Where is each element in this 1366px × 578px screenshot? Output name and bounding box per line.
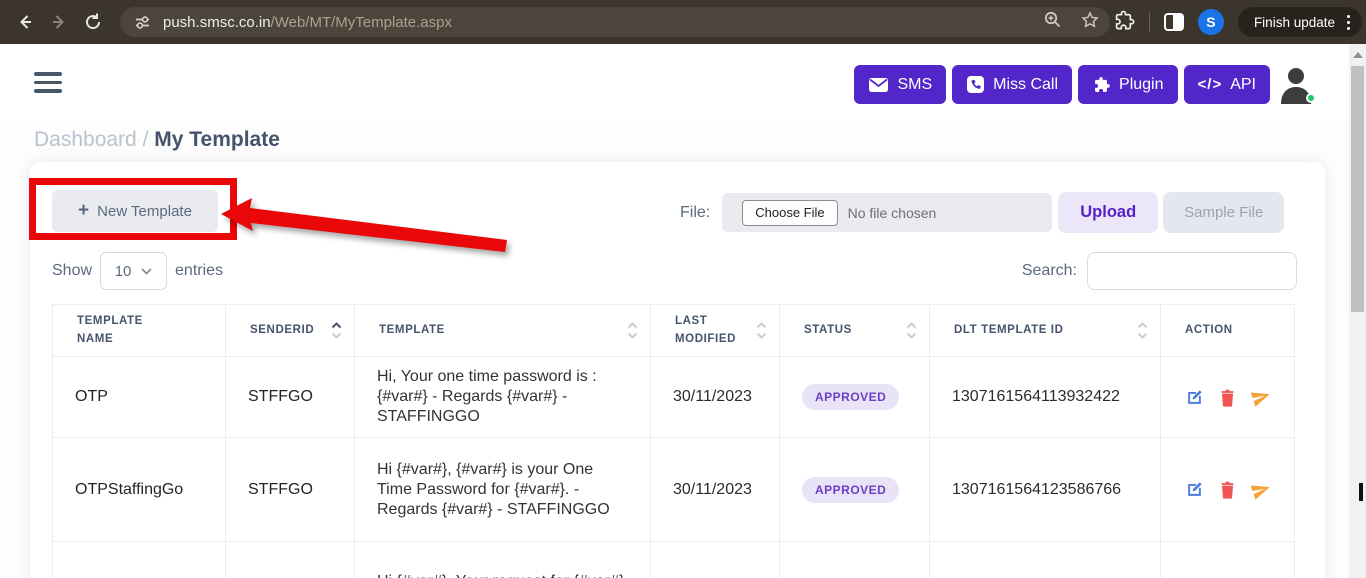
puzzle-icon — [1092, 75, 1111, 94]
file-chosen-text: No file chosen — [847, 204, 937, 221]
status-badge: APPROVED — [802, 384, 900, 410]
zoom-icon[interactable] — [1043, 10, 1062, 34]
column-header[interactable]: TEMPLATE NAME — [52, 304, 226, 357]
file-input[interactable]: Choose File No file chosen — [722, 193, 1053, 232]
status-cell: APPROVED — [779, 437, 930, 542]
column-header[interactable]: TEMPLATE — [354, 304, 651, 357]
template-name-cell: OTPStaffingGo — [52, 437, 226, 542]
plugin-button[interactable]: Plugin — [1078, 65, 1178, 104]
dlt-id-cell: 1307161564113932422 — [929, 356, 1161, 438]
scrollbar-thumb[interactable] — [1351, 66, 1364, 312]
template-name-cell: OTP — [52, 356, 226, 438]
last-modified-cell: 30/11/2023 — [650, 541, 780, 578]
sort-icons[interactable] — [906, 322, 917, 339]
url-bar[interactable]: push.smsc.co.in/Web/MT/MyTemplate.aspx — [120, 7, 1110, 37]
sort-icons[interactable] — [756, 322, 767, 339]
sample-file-button[interactable]: Sample File — [1163, 192, 1285, 233]
edit-icon[interactable] — [1185, 388, 1204, 407]
last-modified-cell: 30/11/2023 — [650, 437, 780, 542]
search-label: Search: — [1021, 262, 1077, 279]
page: push.smsc.co.in/Web/MT/MyTemplate.aspx S… — [0, 0, 1366, 578]
template-text-cell: Hi, Your one time password is : {#var#} … — [354, 356, 651, 438]
site-settings-icon[interactable] — [134, 14, 151, 31]
sms-button[interactable]: SMS — [854, 65, 947, 104]
extensions-icon[interactable] — [1113, 9, 1135, 36]
chrome-menu-icon[interactable] — [1345, 13, 1352, 32]
table-row: OTP STFFGO Hi, Your one time password is… — [52, 356, 1295, 438]
browser-profile-avatar[interactable]: S — [1197, 9, 1224, 35]
sort-icons[interactable] — [331, 322, 342, 339]
forward-icon[interactable] — [42, 5, 76, 39]
side-panel-icon[interactable] — [1163, 13, 1184, 31]
online-status-dot — [1306, 93, 1316, 103]
sort-icons[interactable] — [627, 322, 638, 339]
page-title: My Template — [154, 128, 280, 151]
delete-icon[interactable] — [1219, 388, 1236, 407]
template-text-cell: Hi {#var#}, {#var#} is your One Time Pas… — [354, 437, 651, 542]
status-badge: APPROVED — [802, 476, 900, 503]
finish-update-button[interactable]: Finish update — [1237, 7, 1362, 37]
sender-id-cell: STFFGO — [225, 437, 355, 542]
upload-button[interactable]: Upload — [1058, 192, 1159, 233]
miss-call-button[interactable]: Miss Call — [952, 65, 1073, 104]
search-input[interactable] — [1087, 252, 1297, 290]
breadcrumb-dashboard[interactable]: Dashboard — [34, 128, 137, 151]
reload-icon[interactable] — [76, 5, 110, 39]
api-button[interactable]: </> API — [1183, 65, 1270, 104]
delete-icon[interactable] — [1219, 480, 1236, 499]
sender-id-cell: STFFGO — [225, 356, 355, 438]
text-cursor — [1359, 483, 1363, 501]
show-label: Show — [52, 262, 93, 279]
send-icon[interactable] — [1250, 387, 1271, 407]
action-cell — [1160, 541, 1295, 578]
breadcrumb: Dashboard / My Template — [34, 128, 280, 151]
file-label: File: — [680, 203, 711, 221]
column-header[interactable]: DLT TEMPLATE ID — [929, 304, 1161, 357]
send-icon[interactable] — [1250, 480, 1271, 500]
toolbar-divider — [1148, 12, 1150, 32]
last-modified-cell: 30/11/2023 — [650, 356, 780, 438]
page-scrollbar[interactable] — [1349, 44, 1366, 578]
new-template-button[interactable]: + New Template — [52, 190, 218, 232]
templates-card: + New Template File: Choose File No file… — [30, 162, 1325, 578]
dlt-id-cell: 1307161564123586766 — [929, 437, 1161, 542]
phone-icon — [966, 75, 985, 94]
plus-icon: + — [78, 200, 90, 221]
template-text-cell: Hi {#var#}, Your request for {#var#} is … — [354, 541, 651, 578]
choose-file-button[interactable]: Choose File — [742, 199, 838, 226]
bookmark-star-icon[interactable] — [1080, 10, 1100, 35]
status-cell: APPROVED — [779, 356, 930, 438]
table-row: ActionMsg STFFGO Hi {#var#}, Your reques… — [52, 541, 1295, 578]
back-icon[interactable] — [8, 5, 42, 39]
scroll-up-arrow-icon[interactable] — [1352, 52, 1363, 58]
edit-icon[interactable] — [1185, 480, 1204, 499]
action-cell — [1160, 437, 1295, 542]
envelope-icon — [868, 77, 889, 93]
templates-table: TEMPLATE NAME SENDERID TEMPLATE LAST MOD… — [52, 304, 1295, 578]
column-header[interactable]: LAST MODIFIED — [650, 304, 780, 357]
dlt-id-cell: 1307161564134276660 — [929, 541, 1161, 578]
browser-toolbar: push.smsc.co.in/Web/MT/MyTemplate.aspx S… — [0, 0, 1366, 44]
template-name-cell: ActionMsg — [52, 541, 226, 578]
table-row: OTPStaffingGo STFFGO Hi {#var#}, {#var#}… — [52, 437, 1295, 542]
sort-icons[interactable] — [1137, 322, 1148, 339]
column-header[interactable]: STATUS — [779, 304, 930, 357]
url-text: push.smsc.co.in/Web/MT/MyTemplate.aspx — [163, 13, 452, 31]
app-header: SMS Miss Call Plugin </> API — [0, 44, 1366, 120]
column-header[interactable]: ACTION — [1160, 304, 1295, 357]
column-header[interactable]: SENDERID — [225, 304, 355, 357]
status-cell: APPROVED — [779, 541, 930, 578]
entries-select[interactable]: 10 — [100, 252, 168, 290]
code-icon: </> — [1197, 76, 1223, 93]
chevron-down-icon — [141, 267, 152, 275]
action-cell — [1160, 356, 1295, 438]
user-avatar[interactable] — [1278, 66, 1316, 104]
menu-hamburger-icon[interactable] — [34, 72, 62, 93]
sender-id-cell: STFFGO — [225, 541, 355, 578]
entries-label: entries — [175, 262, 224, 279]
